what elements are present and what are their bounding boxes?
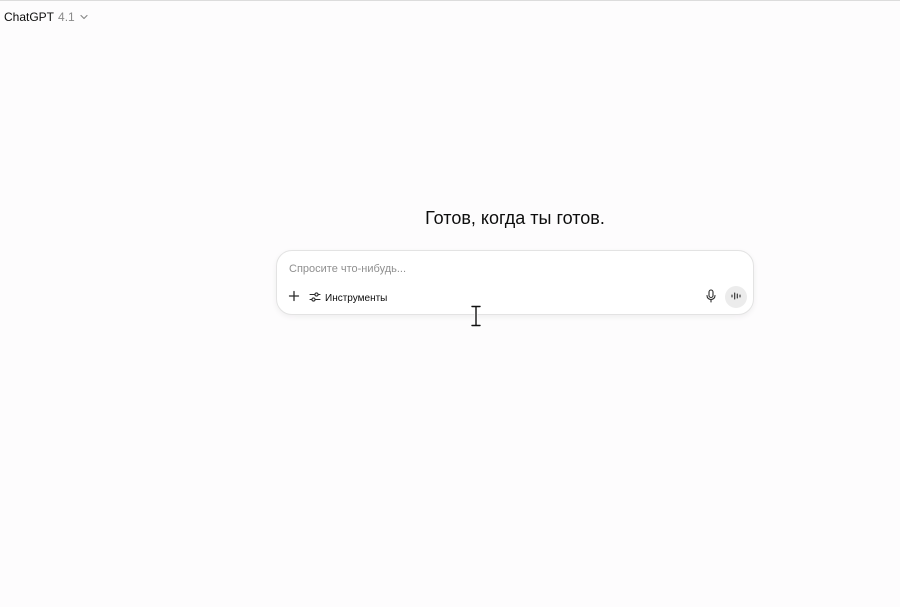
- microphone-icon: [705, 288, 717, 308]
- chevron-down-icon: [79, 12, 89, 22]
- tools-label: Инструменты: [325, 292, 388, 304]
- prompt-input[interactable]: [289, 260, 729, 278]
- voice-mode-button[interactable]: [725, 286, 747, 308]
- model-name: ChatGPT: [4, 10, 55, 24]
- model-switcher[interactable]: ChatGPT 4.1: [4, 9, 89, 25]
- dictate-button[interactable]: [702, 288, 720, 308]
- model-version: 4.1: [58, 10, 75, 24]
- page-title: Готов, когда ты готов.: [425, 208, 605, 228]
- voice-mode-icon: [730, 288, 742, 306]
- plus-icon: [288, 289, 300, 307]
- top-divider: [0, 0, 900, 1]
- add-attachment-button[interactable]: [285, 289, 303, 307]
- composer: Инструменты: [276, 250, 754, 315]
- text-cursor-icon: [469, 305, 483, 327]
- tools-button[interactable]: Инструменты: [309, 289, 387, 307]
- sliders-icon: [309, 291, 321, 306]
